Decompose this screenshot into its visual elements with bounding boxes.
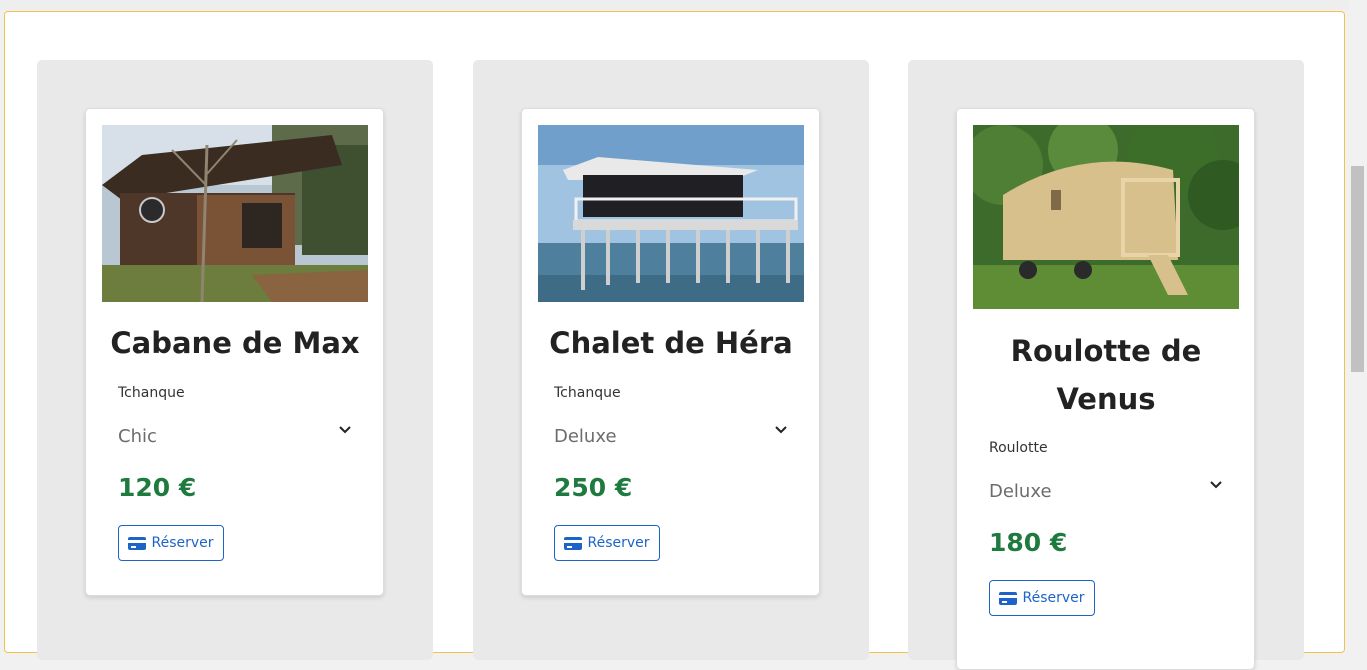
listing-card-3: Roulotte de Venus Roulotte Deluxe 180 € … — [956, 108, 1255, 670]
option-select[interactable]: Deluxe — [989, 481, 1052, 502]
chevron-down-icon[interactable] — [338, 423, 352, 437]
listing-type: Tchanque — [118, 385, 185, 401]
listing-title: Chalet de Héra — [549, 326, 793, 360]
listing-price: 180 € — [989, 528, 1068, 557]
listing-card-1: Cabane de Max Tchanque Chic 120 € Réserv… — [85, 108, 384, 596]
wooden-cabin-photo — [102, 125, 368, 302]
listing-column-1: Cabane de Max Tchanque Chic 120 € Réserv… — [37, 60, 433, 660]
stilt-house-on-water-photo — [538, 125, 804, 302]
listing-card-2: Chalet de Héra Tchanque Deluxe 250 € Rés… — [521, 108, 820, 596]
reserve-button[interactable]: Réserver — [118, 525, 224, 561]
listing-price: 120 € — [118, 473, 197, 502]
reserve-button-label: Réserver — [587, 535, 650, 551]
reserve-button-label: Réserver — [151, 535, 214, 551]
reserve-button[interactable]: Réserver — [554, 525, 660, 561]
credit-card-icon — [128, 536, 147, 550]
listing-column-2: Chalet de Héra Tchanque Deluxe 250 € Rés… — [473, 60, 869, 660]
browser-top-strip — [0, 0, 1367, 10]
chevron-down-icon[interactable] — [1209, 478, 1223, 492]
listing-title: Roulotte de Venus — [1010, 334, 1202, 416]
listing-price: 250 € — [554, 473, 633, 502]
wooden-caravan-photo — [973, 125, 1239, 309]
listing-type: Tchanque — [554, 385, 621, 401]
chevron-down-icon[interactable] — [774, 423, 788, 437]
listing-title: Cabane de Max — [110, 326, 360, 360]
credit-card-icon — [564, 536, 583, 550]
listing-column-3: Roulotte de Venus Roulotte Deluxe 180 € … — [908, 60, 1304, 670]
listing-type: Roulotte — [989, 440, 1048, 456]
reserve-button[interactable]: Réserver — [989, 580, 1095, 616]
scrollbar-thumb[interactable] — [1351, 166, 1364, 372]
credit-card-icon — [999, 591, 1018, 605]
option-select[interactable]: Chic — [118, 426, 157, 447]
option-select[interactable]: Deluxe — [554, 426, 617, 447]
reserve-button-label: Réserver — [1022, 590, 1085, 606]
